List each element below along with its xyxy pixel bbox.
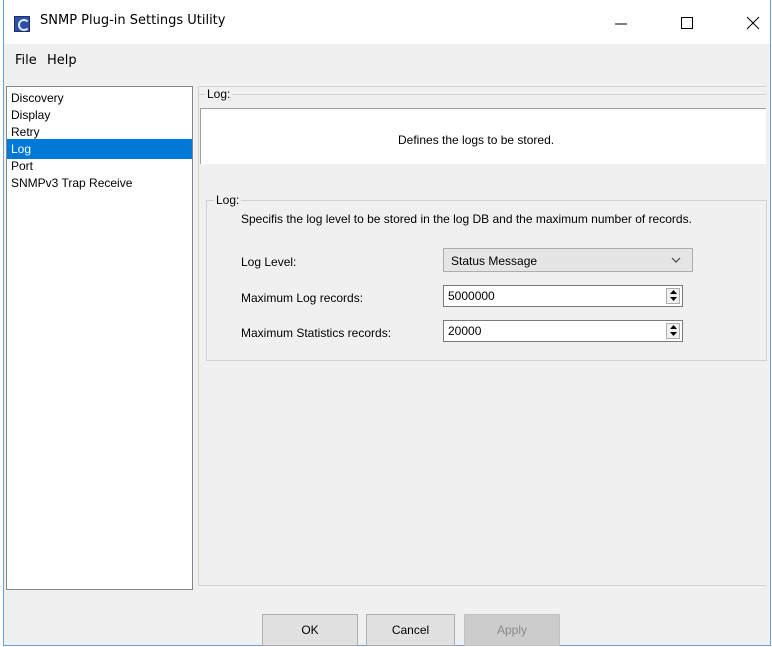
menu-bar: File Help — [4, 46, 770, 74]
menu-file[interactable]: File — [15, 53, 37, 68]
chevron-down-icon — [671, 257, 681, 263]
maximize-button[interactable] — [664, 0, 710, 44]
cancel-button[interactable]: Cancel — [366, 614, 455, 646]
close-button[interactable] — [730, 0, 772, 44]
max-statistics-records-label: Maximum Statistics records: — [241, 326, 392, 340]
max-log-records-stepper[interactable]: 5000000 — [443, 285, 683, 307]
apply-button[interactable]: Apply — [464, 614, 560, 646]
settings-intro-text: Specifis the log level to be stored in t… — [241, 212, 692, 226]
max-statistics-records-value: 20000 — [448, 324, 482, 338]
menu-help[interactable]: Help — [47, 53, 77, 68]
arrow-up-icon[interactable] — [670, 290, 677, 294]
max-log-records-value: 5000000 — [448, 289, 495, 303]
minimize-button[interactable] — [598, 0, 644, 44]
category-list[interactable]: Discovery Display Retry Log Port SNMPv3 … — [6, 86, 193, 590]
app-icon — [14, 16, 30, 32]
log-level-value: Status Message — [451, 254, 538, 268]
settings-group-title: Log: — [214, 193, 242, 207]
description-text: Defines the logs to be stored. — [398, 133, 555, 147]
close-icon — [746, 16, 760, 30]
arrow-down-icon[interactable] — [670, 297, 677, 301]
maximize-icon — [681, 17, 693, 29]
log-level-dropdown[interactable]: Status Message — [443, 248, 693, 272]
minimize-icon — [615, 23, 627, 25]
max-statistics-records-spin-buttons[interactable] — [666, 323, 680, 339]
log-level-label: Log Level: — [241, 255, 297, 269]
max-log-records-label: Maximum Log records: — [241, 291, 364, 305]
arrow-down-icon[interactable] — [670, 332, 677, 336]
group-title: Log: — [205, 87, 233, 101]
window-title: SNMP Plug-in Settings Utility — [40, 13, 226, 28]
arrow-up-icon[interactable] — [670, 325, 677, 329]
ok-button[interactable]: OK — [262, 614, 358, 646]
max-log-records-spin-buttons[interactable] — [666, 288, 680, 304]
title-bar[interactable]: SNMP Plug-in Settings Utility — [4, 0, 770, 44]
sidebar-item-snmpv3-trap-receive[interactable]: SNMPv3 Trap Receive — [7, 173, 192, 193]
max-statistics-records-stepper[interactable]: 20000 — [443, 320, 683, 342]
group-border — [198, 94, 766, 95]
